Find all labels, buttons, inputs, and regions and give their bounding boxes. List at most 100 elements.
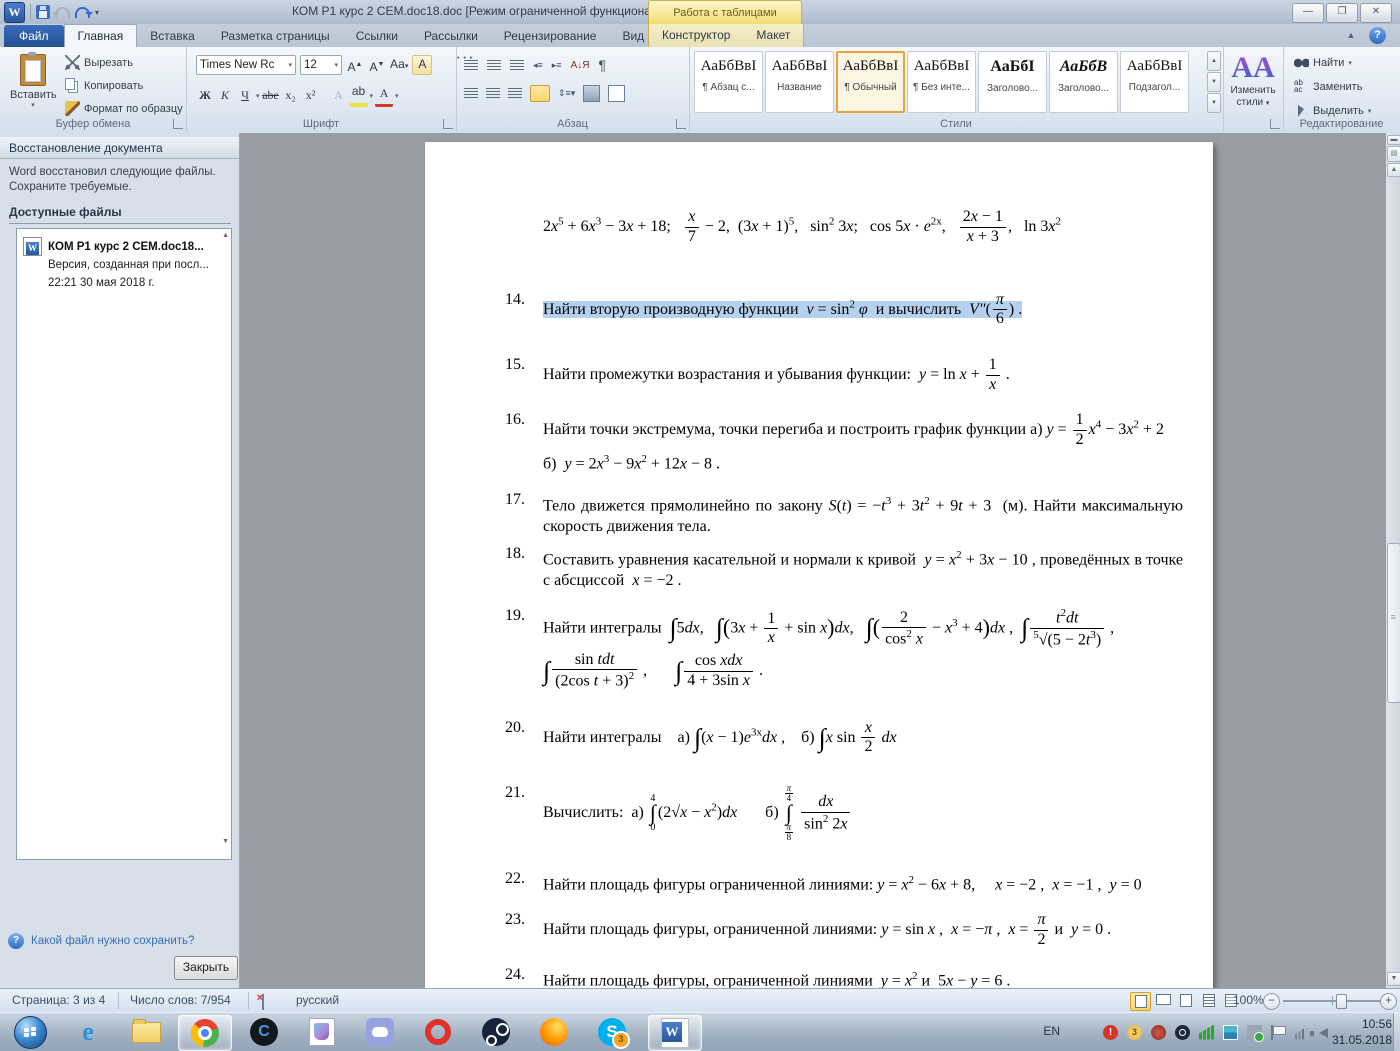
- scroll-down-icon[interactable]: ▼: [1387, 972, 1400, 986]
- taskbar-file-explorer[interactable]: [120, 1015, 172, 1049]
- outline-view-icon[interactable]: [1199, 992, 1218, 1009]
- scroll-up-icon[interactable]: ▲: [1387, 163, 1400, 177]
- language-switcher[interactable]: EN: [1043, 1024, 1060, 1038]
- sort-icon[interactable]: А↓Я: [571, 60, 590, 71]
- clock[interactable]: 10:56 31.05.2018: [1332, 1016, 1392, 1048]
- text-effects-button[interactable]: А: [330, 87, 348, 105]
- line-spacing-icon[interactable]: ⇕≡▾: [558, 88, 575, 99]
- replace-button[interactable]: abacЗаменить: [1291, 78, 1374, 95]
- volume-icon[interactable]: [1319, 1028, 1328, 1038]
- justify-icon[interactable]: [530, 85, 550, 102]
- tab-file[interactable]: Файл: [4, 25, 64, 47]
- usb-safely-remove-icon[interactable]: [1247, 1025, 1262, 1040]
- increase-indent-icon[interactable]: ▸≡: [552, 60, 562, 71]
- word-count[interactable]: Число слов: 7/954: [130, 993, 231, 1007]
- list-scroll-up-icon[interactable]: ▲: [222, 232, 229, 239]
- undo-icon[interactable]: [55, 7, 70, 18]
- select-button[interactable]: Выделить▾: [1291, 102, 1374, 119]
- style-card[interactable]: АаБбВвІ Название: [765, 51, 834, 113]
- styles-more-icon[interactable]: ▼: [1207, 93, 1221, 113]
- paragraph-dialog-launcher[interactable]: [676, 119, 686, 129]
- italic-button[interactable]: K: [216, 87, 234, 105]
- zoom-level[interactable]: 100%: [1233, 993, 1264, 1007]
- scrollbar-thumb[interactable]: [1387, 543, 1400, 703]
- align-center-icon[interactable]: [486, 88, 500, 99]
- show-desktop-button[interactable]: [1393, 1013, 1400, 1051]
- list-scroll-down-icon[interactable]: ▼: [222, 838, 229, 845]
- ribbon-tab[interactable]: Ссылки: [343, 25, 411, 47]
- ribbon-tab[interactable]: Главная: [64, 24, 138, 47]
- format-painter-button[interactable]: Формат по образцу: [62, 100, 186, 117]
- multilevel-list-icon[interactable]: [510, 60, 524, 71]
- taskbar-steam[interactable]: [470, 1015, 522, 1049]
- font-size-combobox[interactable]: 12▾: [300, 55, 342, 75]
- align-right-icon[interactable]: [508, 88, 522, 99]
- taskbar-theme-app[interactable]: [296, 1015, 348, 1049]
- bold-button[interactable]: Ж: [196, 87, 214, 105]
- style-card[interactable]: АаБбВвІ ¶ Абзац с...: [694, 51, 763, 113]
- style-card[interactable]: АаБбІ Заголово...: [978, 51, 1047, 113]
- coin-badge-icon[interactable]: 3: [1127, 1025, 1142, 1040]
- taskbar-skype[interactable]: S3: [586, 1015, 638, 1049]
- change-case-button[interactable]: Аа▾: [390, 56, 408, 74]
- paste-button[interactable]: Вставить ▾: [10, 52, 56, 116]
- which-file-to-save-link[interactable]: ? Какой файл нужно сохранить?: [8, 933, 194, 949]
- page-indicator[interactable]: Страница: 3 из 4: [12, 993, 105, 1007]
- antivirus-icon[interactable]: [1151, 1025, 1166, 1040]
- find-button[interactable]: Найти▾: [1291, 54, 1374, 71]
- reading-view-icon[interactable]: [1154, 992, 1173, 1009]
- shading-icon[interactable]: [583, 85, 600, 102]
- borders-icon[interactable]: [608, 85, 625, 102]
- subscript-button[interactable]: x₂: [282, 87, 300, 105]
- font-dialog-launcher[interactable]: [443, 119, 453, 129]
- ruler-toggle-icon[interactable]: ▤: [1387, 146, 1400, 162]
- ribbon-tab[interactable]: Вставка: [137, 25, 208, 47]
- redo-icon[interactable]: [75, 7, 90, 18]
- taskbar-internet-explorer[interactable]: e: [62, 1015, 114, 1049]
- ribbon-tab[interactable]: Рассылки: [411, 25, 491, 47]
- close-button[interactable]: ✕: [1360, 3, 1392, 23]
- split-handle-icon[interactable]: ▬: [1387, 135, 1400, 145]
- decrease-indent-icon[interactable]: ◂≡: [533, 60, 543, 71]
- clipboard-dialog-launcher[interactable]: [173, 119, 183, 129]
- cut-button[interactable]: Вырезать: [62, 54, 186, 71]
- start-button[interactable]: [4, 1015, 56, 1049]
- save-icon[interactable]: [36, 5, 50, 19]
- copy-button[interactable]: Копировать: [62, 77, 186, 94]
- underline-button[interactable]: Ч: [236, 87, 254, 105]
- recovered-file-item[interactable]: W КОМ Р1 курс 2 СЕМ.doc18... Версия, соз…: [17, 229, 231, 291]
- dual-window-icon[interactable]: [1223, 1025, 1238, 1040]
- style-card[interactable]: АаБбВ Заголово...: [1049, 51, 1118, 113]
- grow-font-button[interactable]: А▲: [346, 56, 364, 74]
- network-activity-icon[interactable]: [1199, 1025, 1214, 1040]
- style-card[interactable]: АаБбВвІ ¶ Без инте...: [907, 51, 976, 113]
- spellcheck-icon[interactable]: [262, 995, 264, 1009]
- zoom-slider-track[interactable]: [1283, 1000, 1383, 1002]
- taskbar-firefox[interactable]: [528, 1015, 580, 1049]
- document-page[interactable]: 2x5 + 6x3 − 3x + 18; x7 − 2, (3x + 1)5, …: [425, 142, 1213, 988]
- numbering-icon[interactable]: [487, 60, 501, 71]
- vertical-scrollbar[interactable]: ▬ ▤ ▲ ▼: [1386, 133, 1400, 988]
- taskbar-discord[interactable]: [354, 1015, 406, 1049]
- print-layout-view-icon[interactable]: [1130, 992, 1151, 1011]
- font-color-button[interactable]: А: [375, 86, 393, 107]
- underline-dropdown[interactable]: ▾: [256, 92, 260, 100]
- minimize-button[interactable]: —: [1292, 3, 1324, 23]
- clear-formatting-button[interactable]: A: [412, 55, 432, 75]
- action-center-flag-icon[interactable]: [1271, 1025, 1286, 1040]
- restore-button[interactable]: ❐: [1326, 3, 1358, 23]
- steam-tray-icon[interactable]: [1175, 1025, 1190, 1040]
- strikethrough-button[interactable]: abe: [262, 87, 280, 105]
- font-color-dropdown[interactable]: ▾: [395, 92, 399, 100]
- styles-scroll-down-icon[interactable]: ▼: [1207, 72, 1221, 92]
- zoom-slider-thumb[interactable]: [1336, 994, 1347, 1009]
- web-layout-view-icon[interactable]: [1177, 992, 1196, 1009]
- zoom-in-button[interactable]: +: [1380, 993, 1397, 1010]
- ribbon-tab[interactable]: Разметка страницы: [208, 25, 343, 47]
- style-card[interactable]: АаБбВвІ ¶ Обычный: [836, 51, 905, 113]
- shrink-font-button[interactable]: А▼: [368, 56, 386, 74]
- signal-bars-icon[interactable]: [1295, 1025, 1310, 1040]
- zoom-out-button[interactable]: −: [1263, 993, 1280, 1010]
- language-indicator[interactable]: русский: [296, 993, 339, 1007]
- taskbar-word[interactable]: [648, 1015, 702, 1051]
